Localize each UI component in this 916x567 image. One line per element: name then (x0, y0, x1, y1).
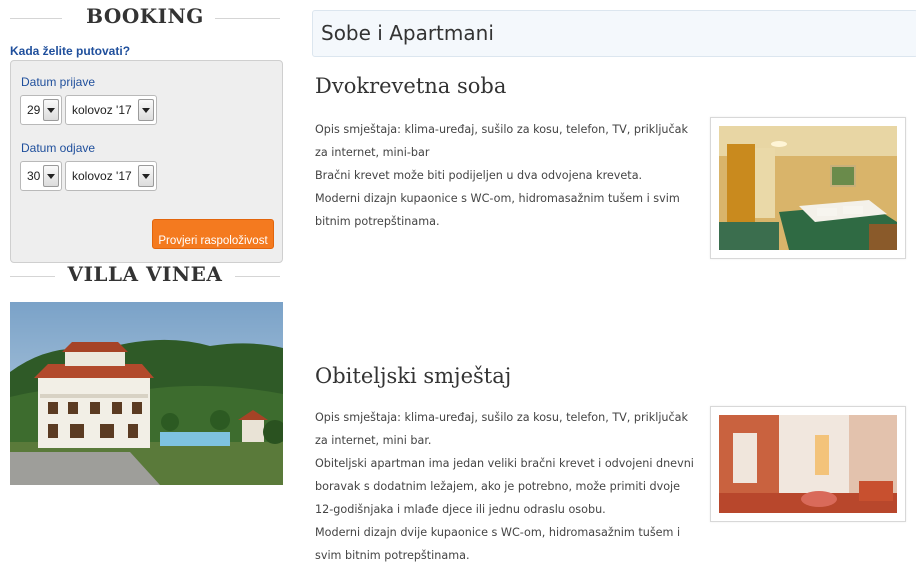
heading-divider (235, 276, 280, 277)
room-description: Opis smještaja: klima-uređaj, sušilo za … (315, 406, 695, 567)
checkin-day-value: 29 (27, 103, 41, 117)
main-content: Sobe i Apartmani Dvokrevetna soba Opis s… (310, 0, 916, 562)
room-paragraph: Opis smještaja: klima-uređaj, sušilo za … (315, 123, 688, 159)
page-title-bar: Sobe i Apartmani (312, 10, 916, 57)
room-paragraph: Opis smještaja: klima-uređaj, sušilo za … (315, 411, 688, 447)
room-paragraph: Moderni dizajn kupaonice s WC-om, hidrom… (315, 192, 680, 228)
check-availability-button[interactable]: Provjeri raspoloživost (152, 219, 274, 249)
villa-photo (10, 302, 283, 485)
room-paragraph: Obiteljski apartman ima jedan veliki bra… (315, 457, 694, 516)
room-thumbnail[interactable] (710, 406, 906, 522)
chevron-down-icon (43, 165, 59, 187)
checkout-month-value: kolovoz '17 (72, 169, 132, 183)
page-title: Sobe i Apartmani (321, 21, 494, 45)
checkin-day-select[interactable]: 29 (20, 95, 62, 125)
room-description: Opis smještaja: klima-uređaj, sušilo za … (315, 118, 695, 233)
travel-question: Kada želite putovati? (10, 44, 131, 58)
chevron-down-icon (138, 99, 154, 121)
checkin-month-select[interactable]: kolovoz '17 (65, 95, 157, 125)
villa-heading-text: VILLA VINEA (67, 262, 223, 286)
checkout-label: Datum odjave (21, 141, 96, 155)
booking-heading: BOOKING (0, 0, 290, 36)
heading-divider (215, 18, 280, 19)
sidebar: BOOKING Kada želite putovati? Datum prij… (0, 0, 290, 485)
room-paragraph: Moderni dizajn dvije kupaonice s WC-om, … (315, 526, 681, 562)
booking-form: Datum prijave 29 kolovoz '17 Datum odjav… (10, 60, 283, 263)
checkout-day-value: 30 (27, 169, 41, 183)
checkout-month-select[interactable]: kolovoz '17 (65, 161, 157, 191)
villa-heading: VILLA VINEA (0, 258, 290, 294)
room-title: Obiteljski smještaj (315, 364, 512, 388)
booking-heading-text: BOOKING (86, 4, 204, 28)
room-paragraph: Bračni krevet može biti podijeljen u dva… (315, 169, 643, 182)
checkin-label: Datum prijave (21, 75, 96, 89)
chevron-down-icon (138, 165, 154, 187)
checkout-day-select[interactable]: 30 (20, 161, 62, 191)
room-title: Dvokrevetna soba (315, 74, 507, 98)
room-thumbnail[interactable] (710, 117, 906, 259)
checkin-month-value: kolovoz '17 (72, 103, 132, 117)
chevron-down-icon (43, 99, 59, 121)
